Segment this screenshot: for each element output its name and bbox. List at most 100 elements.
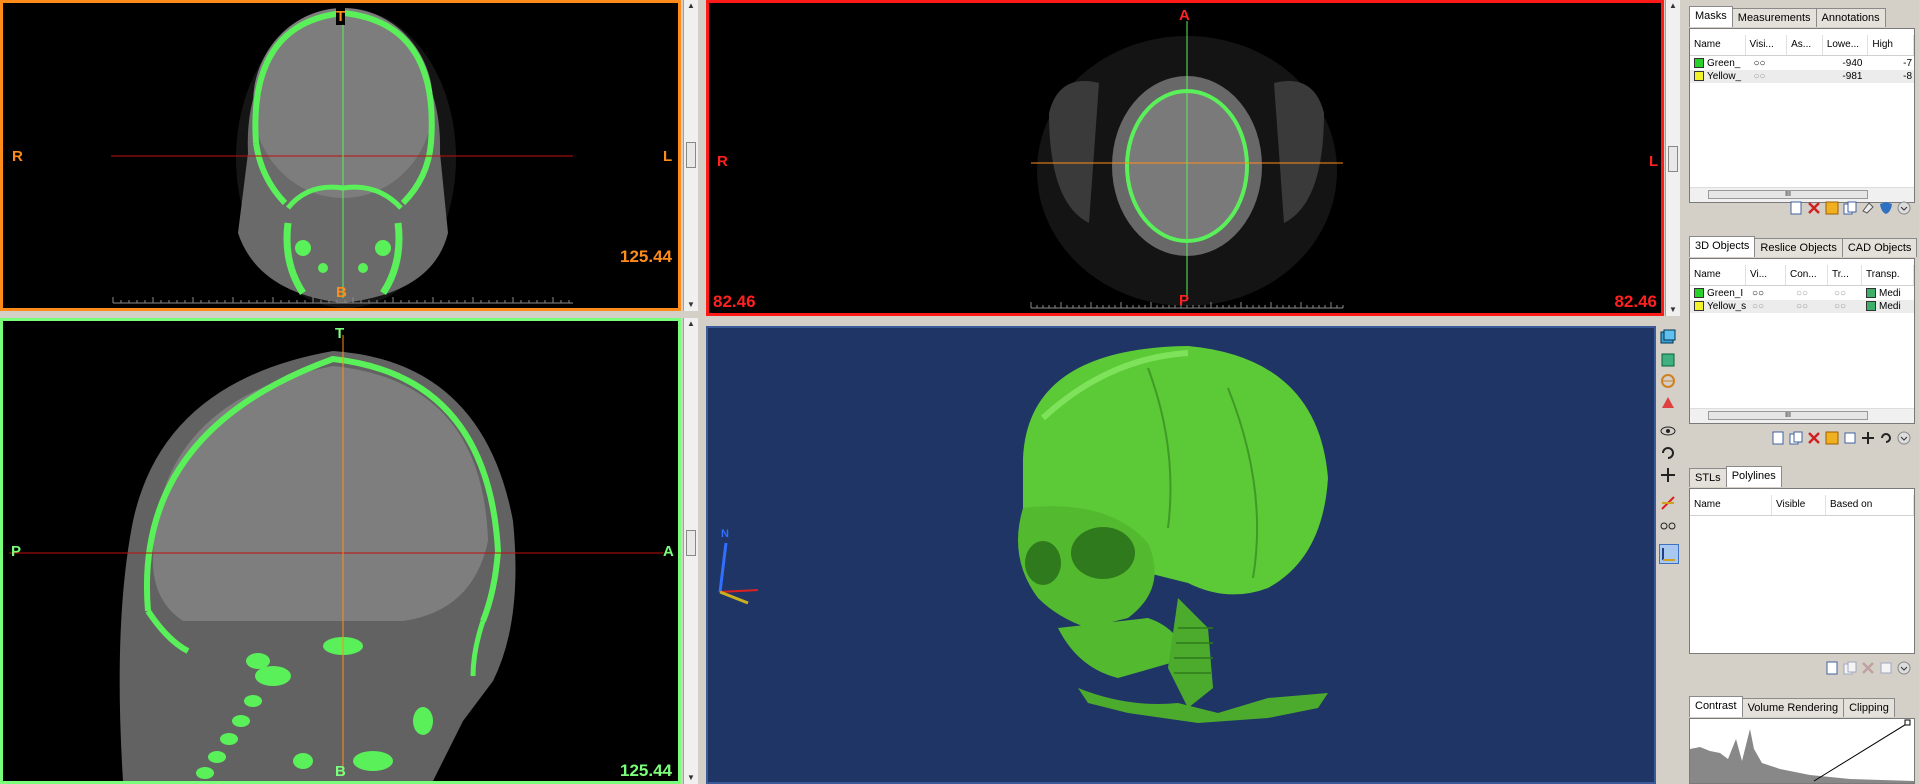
new-document-icon[interactable] [1771, 431, 1785, 445]
tab-volume-rendering[interactable]: Volume Rendering [1741, 698, 1845, 717]
orientation-bottom: B [335, 763, 346, 780]
mask-row-green[interactable]: Green_ ○○ -940 -7 [1690, 57, 1914, 70]
new-document-icon[interactable] [1825, 661, 1839, 675]
axial-scrollbar[interactable]: ▲ ▼ [1665, 0, 1680, 316]
scroll-down-arrow[interactable]: ▼ [684, 772, 698, 784]
copy-icon[interactable] [1843, 661, 1857, 675]
tab-clipping[interactable]: Clipping [1843, 698, 1895, 717]
chevron-down-icon[interactable] [1897, 201, 1911, 215]
copy-icon[interactable] [1789, 431, 1803, 445]
scroll-thumb[interactable]: III [1708, 411, 1868, 420]
copy-icon[interactable] [1843, 201, 1857, 215]
duplicate-icon[interactable] [1879, 661, 1893, 675]
polylines-list[interactable]: Name Visible Based on [1689, 488, 1915, 654]
info-icon[interactable] [1825, 431, 1839, 445]
glasses-icon[interactable]: ○○ [1828, 287, 1862, 300]
col-assign[interactable]: As... [1787, 35, 1823, 55]
glasses-icon[interactable]: ○○ [1786, 287, 1828, 300]
duplicate-icon[interactable] [1843, 431, 1857, 445]
mask-row-yellow[interactable]: Yellow_ ○○ -981 -8 [1690, 70, 1914, 83]
scroll-down-arrow[interactable]: ▼ [684, 299, 698, 311]
paint-icon[interactable] [1659, 394, 1677, 412]
scroll-thumb[interactable] [686, 142, 696, 168]
coronal-scrollbar[interactable]: ▲ ▼ [683, 0, 698, 311]
view-cube-icon[interactable] [1659, 328, 1677, 346]
col-based-on[interactable]: Based on [1826, 495, 1914, 515]
tab-masks[interactable]: Masks [1689, 6, 1733, 27]
sagittal-view[interactable]: T B P A 125.44 [0, 318, 681, 784]
col-visible[interactable]: Visible [1772, 495, 1826, 515]
col-name[interactable]: Name [1690, 35, 1746, 55]
mask-lower: -940 [1842, 58, 1863, 69]
new-document-icon[interactable] [1789, 201, 1803, 215]
info-icon[interactable] [1825, 201, 1839, 215]
tab-stls[interactable]: STLs [1689, 468, 1727, 487]
tab-polylines[interactable]: Polylines [1725, 466, 1782, 487]
polylines-tabs: STLs Polylines [1689, 466, 1782, 488]
tab-measurements[interactable]: Measurements [1731, 8, 1817, 27]
delete-icon[interactable] [1861, 661, 1875, 675]
tab-annotations[interactable]: Annotations [1815, 8, 1886, 27]
object-row-yellow[interactable]: Yellow_s ○○ ○○ ○○ Medi [1690, 300, 1914, 313]
col-lower[interactable]: Lowe... [1823, 35, 1869, 55]
delete-icon[interactable] [1807, 431, 1821, 445]
box-icon[interactable] [1659, 350, 1677, 368]
objects-tabs: 3D Objects Reslice Objects CAD Objects [1689, 236, 1918, 258]
rotate-icon[interactable] [1879, 431, 1893, 445]
col-visible[interactable]: Vi... [1746, 265, 1786, 285]
axial-view[interactable]: A P R L 82.46 82.46 [706, 0, 1664, 316]
orientation-left: R [12, 148, 23, 165]
objects-panel: 3D Objects Reslice Objects CAD Objects N… [1685, 236, 1918, 448]
eye-icon[interactable] [1659, 422, 1677, 440]
tab-contrast[interactable]: Contrast [1689, 696, 1743, 717]
contrast-histogram[interactable] [1689, 718, 1915, 784]
pan-icon[interactable] [1659, 466, 1677, 484]
shield-icon[interactable] [1879, 201, 1893, 215]
tab-reslice-objects[interactable]: Reslice Objects [1754, 238, 1843, 257]
measure-icon[interactable] [1659, 494, 1677, 512]
delete-icon[interactable] [1807, 201, 1821, 215]
sagittal-scrollbar[interactable]: ▲ ▼ [683, 318, 698, 784]
objects-hscrollbar[interactable]: III [1690, 408, 1914, 423]
col-name[interactable]: Name [1690, 495, 1772, 515]
zoom-level-left: 82.46 [713, 292, 756, 311]
axis-icon[interactable] [1659, 544, 1679, 564]
glasses-icon[interactable] [1659, 516, 1677, 534]
glasses-icon[interactable]: ○○ [1828, 300, 1862, 313]
glasses-icon[interactable]: ○○ [1746, 300, 1786, 313]
glasses-icon[interactable]: ○○ [1746, 70, 1788, 83]
3d-skull-render [718, 346, 1328, 723]
transparency-value[interactable]: Medi [1862, 300, 1914, 313]
col-name[interactable]: Name [1690, 265, 1746, 285]
contrast-panel: Contrast Volume Rendering Clipping [1685, 696, 1917, 784]
object-row-green[interactable]: Green_I ○○ ○○ ○○ Medi [1690, 287, 1914, 300]
glasses-icon[interactable]: ○○ [1746, 57, 1788, 70]
tab-cad-objects[interactable]: CAD Objects [1841, 238, 1918, 257]
move-icon[interactable] [1861, 431, 1875, 445]
transparency-value[interactable]: Medi [1862, 287, 1914, 300]
col-high[interactable]: High [1868, 35, 1914, 55]
col-visible[interactable]: Visi... [1746, 35, 1788, 55]
chevron-down-icon[interactable] [1897, 661, 1911, 675]
scroll-up-arrow[interactable]: ▲ [684, 0, 698, 12]
glasses-icon[interactable]: ○○ [1786, 300, 1828, 313]
scroll-thumb[interactable] [686, 530, 696, 556]
tab-3d-objects[interactable]: 3D Objects [1689, 236, 1756, 257]
scroll-up-arrow[interactable]: ▲ [684, 318, 698, 330]
col-transparency[interactable]: Transp. [1862, 265, 1914, 285]
objects-list[interactable]: Name Vi... Con... Tr... Transp. Green_I … [1689, 258, 1915, 424]
masks-list[interactable]: Name Visi... As... Lowe... High Green_ ○… [1689, 28, 1915, 203]
scroll-down-arrow[interactable]: ▼ [1666, 304, 1680, 316]
col-contour[interactable]: Con... [1786, 265, 1828, 285]
scroll-up-arrow[interactable]: ▲ [1666, 0, 1680, 12]
scroll-thumb[interactable] [1668, 146, 1678, 172]
eraser-icon[interactable] [1861, 201, 1875, 215]
rotate-icon[interactable] [1659, 444, 1677, 462]
orbit-icon[interactable] [1659, 372, 1677, 390]
coronal-view[interactable]: T B R L 125.44 [0, 0, 681, 311]
glasses-icon[interactable]: ○○ [1746, 287, 1786, 300]
coronal-image [111, 8, 573, 308]
chevron-down-icon[interactable] [1897, 431, 1911, 445]
3d-view[interactable]: N [706, 326, 1656, 784]
col-transparent[interactable]: Tr... [1828, 265, 1862, 285]
